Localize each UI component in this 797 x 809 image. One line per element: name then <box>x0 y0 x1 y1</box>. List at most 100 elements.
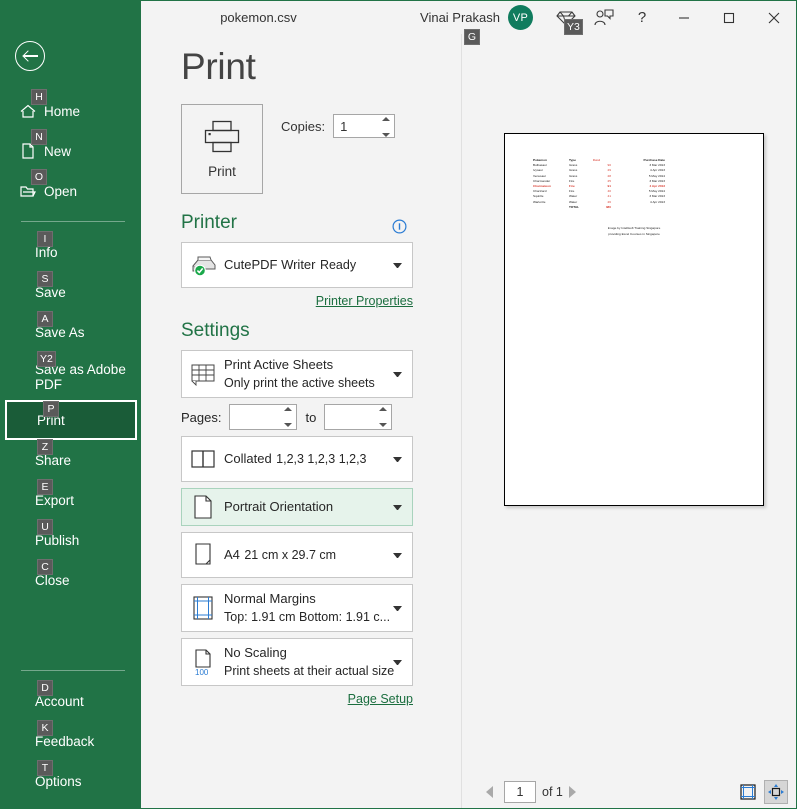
sidebar-item-save-as[interactable]: A Save As <box>1 311 141 352</box>
scaling-select[interactable]: 100 No Scaling Print sheets at their act… <box>181 638 413 686</box>
printer-section-title: Printer <box>181 212 237 233</box>
sidebar-item-open[interactable]: O Open <box>1 169 141 211</box>
pages-to-stepper[interactable] <box>324 404 393 430</box>
sidebar-item-info[interactable]: I Info <box>1 231 141 272</box>
sidebar-divider-top <box>21 221 125 222</box>
collation-title: Collated <box>224 451 272 466</box>
print-button[interactable]: Print <box>181 104 263 194</box>
pages-to-label: to <box>305 409 317 425</box>
sidebar-item-account[interactable]: D Account <box>1 680 141 721</box>
orientation-select[interactable]: Portrait Orientation <box>181 488 413 526</box>
scaling-subtitle: Print sheets at their actual size <box>224 664 395 678</box>
sidebar-item-save-as-adobe-pdf[interactable]: Y2 Save as Adobe PDF <box>1 351 141 400</box>
margins-icon <box>188 595 218 621</box>
paper-size-subtitle: 21 cm x 29.7 cm <box>244 548 337 562</box>
zoom-to-page-icon[interactable] <box>764 780 788 804</box>
printer-select-text: CutePDF Writer Ready <box>224 256 387 274</box>
sidebar-item-options[interactable]: T Options <box>1 760 141 801</box>
pages-to-decrement[interactable] <box>379 423 388 427</box>
copies-group: Copies: <box>281 114 396 138</box>
help-icon[interactable]: ? <box>623 1 661 34</box>
preview-view-tools <box>732 780 788 804</box>
orientation-title: Portrait Orientation <box>224 499 334 514</box>
chevron-down-icon[interactable] <box>393 605 402 611</box>
pages-from-arrows[interactable] <box>284 407 293 427</box>
keytip-open: O <box>31 169 47 185</box>
chevron-down-icon[interactable] <box>393 262 402 268</box>
chevron-down-icon[interactable] <box>393 552 402 558</box>
keytip-options: T <box>37 760 53 776</box>
sidebar-item-export[interactable]: E Export <box>1 479 141 520</box>
feedback-person-icon[interactable] <box>585 1 623 34</box>
sidebar-item-home[interactable]: H Home <box>1 89 141 131</box>
chevron-down-icon[interactable] <box>393 659 402 665</box>
collation-subtitle: 1,2,3 1,2,3 1,2,3 <box>276 452 367 466</box>
sidebar-item-save[interactable]: S Save <box>1 271 141 312</box>
show-margins-icon[interactable] <box>736 780 760 804</box>
pages-from-stepper[interactable] <box>229 404 298 430</box>
chevron-down-icon[interactable] <box>393 504 402 510</box>
chevron-down-icon[interactable] <box>393 371 402 377</box>
diamond-icon[interactable]: Y3 <box>547 1 585 35</box>
keytip-print: P <box>43 401 59 417</box>
backstage-sidebar: H Home N New O Open I Info S Save A Save… <box>1 1 141 808</box>
preview-sheet-content: Pokemon Type Cost Purchase Date Bulbasau… <box>505 134 763 237</box>
page-count-label: of 1 <box>542 785 563 799</box>
sidebar-item-share[interactable]: Z Share <box>1 439 141 480</box>
sidebar-item-new[interactable]: N New <box>1 129 141 171</box>
sidebar-item-publish[interactable]: U Publish <box>1 519 141 560</box>
account-name[interactable]: Vinai Prakash G <box>420 10 500 45</box>
svg-text:100: 100 <box>195 668 209 676</box>
paper-size-select[interactable]: A4 21 cm x 29.7 cm <box>181 532 413 578</box>
keytip-publish: U <box>37 519 53 535</box>
page-title: Print <box>181 46 256 87</box>
margins-subtitle: Top: 1.91 cm Bottom: 1.91 c... <box>224 610 391 624</box>
preview-footer: Image by Intellisoft Training Singapore … <box>533 226 763 237</box>
scaling-100-icon: 100 <box>188 648 218 676</box>
info-circle-icon[interactable] <box>392 218 407 234</box>
pages-from-increment[interactable] <box>284 407 293 411</box>
portrait-page-icon <box>188 494 218 520</box>
margins-select[interactable]: Normal Margins Top: 1.91 cm Bottom: 1.91… <box>181 584 413 632</box>
pages-to-arrows[interactable] <box>379 407 388 427</box>
page-number-input[interactable] <box>505 782 535 802</box>
keytip-account: D <box>37 680 53 696</box>
collation-text: Collated 1,2,3 1,2,3 1,2,3 <box>224 450 387 468</box>
pages-to-increment[interactable] <box>379 407 388 411</box>
keytip-share: Z <box>37 439 53 455</box>
print-body: Print Print Copies: 1 Printer CutePDF Wr… <box>141 34 796 808</box>
preview-page[interactable]: Pokemon Type Cost Purchase Date Bulbasau… <box>504 133 764 506</box>
collation-select[interactable]: Collated 1,2,3 1,2,3 1,2,3 <box>181 436 413 482</box>
copies-arrows[interactable] <box>382 117 391 137</box>
pages-label: Pages: <box>181 409 222 425</box>
sidebar-item-print[interactable]: P Print <box>5 400 137 440</box>
keytip-save: S <box>37 271 53 287</box>
next-page-arrow-icon[interactable] <box>568 781 587 803</box>
chevron-down-icon[interactable] <box>393 456 402 462</box>
copies-label: Copies: <box>281 118 326 134</box>
paper-size-title: A4 <box>224 547 240 562</box>
help-label: ? <box>637 9 647 26</box>
printer-select[interactable]: CutePDF Writer Ready <box>181 242 413 288</box>
sidebar-item-label: New <box>44 143 72 159</box>
total-value: 380 <box>605 204 611 209</box>
copies-stepper[interactable] <box>333 114 396 138</box>
pages-range-group: Pages: to <box>181 404 413 430</box>
preview-bottom-bar: of 1 <box>462 776 796 808</box>
sidebar-item-feedback[interactable]: K Feedback <box>1 720 141 761</box>
pages-from-decrement[interactable] <box>284 423 293 427</box>
sidebar-item-close[interactable]: C Close <box>1 559 141 600</box>
copies-decrement[interactable] <box>382 133 391 137</box>
printer-status: Ready <box>319 258 357 272</box>
previous-page-arrow-icon[interactable] <box>480 781 498 803</box>
print-area-text: Print Active Sheets Only print the activ… <box>224 356 387 392</box>
printer-properties-link[interactable]: Printer Properties <box>181 294 413 308</box>
copies-increment[interactable] <box>382 117 391 121</box>
page-setup-link[interactable]: Page Setup <box>181 692 413 706</box>
back-arrow-icon[interactable] <box>15 41 45 71</box>
margins-title: Normal Margins <box>224 591 316 606</box>
total-label: TOTAL <box>569 204 580 209</box>
print-area-select[interactable]: Print Active Sheets Only print the activ… <box>181 350 413 398</box>
settings-section-title: Settings <box>181 320 250 341</box>
page-number-field[interactable] <box>504 781 536 803</box>
